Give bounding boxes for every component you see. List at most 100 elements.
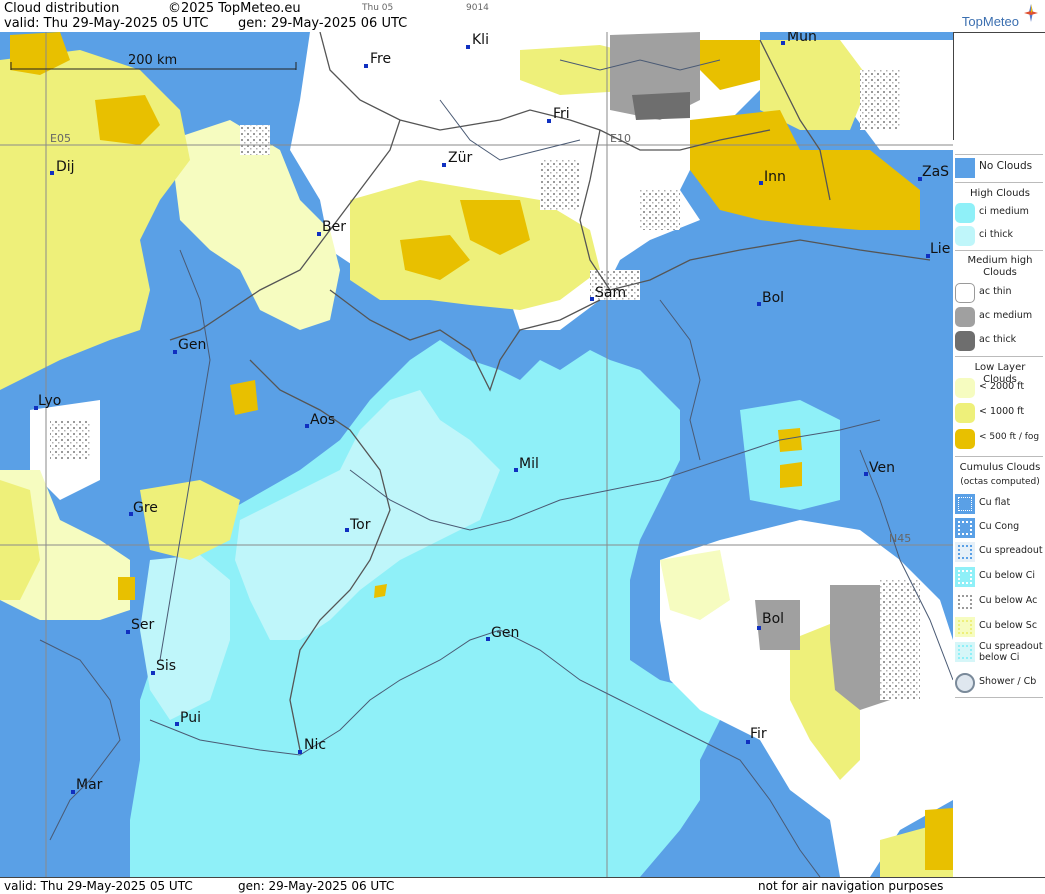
low-2000-swatch: [955, 378, 975, 398]
legend-item-shower: Shower / Cb: [953, 672, 1045, 694]
legend-item-cu-below-ac: Cu below Ac: [953, 591, 1045, 613]
cu-below-ci-swatch: [955, 567, 975, 587]
area-cu-below-ac-7: [860, 70, 900, 130]
city-marker[interactable]: [71, 790, 75, 794]
ci-thick-swatch: [955, 226, 975, 246]
city-label-kli: Kli: [472, 32, 489, 48]
grid-label-n45: N45: [889, 532, 911, 545]
generated-time: gen: 29-May-2025 06 UTC: [238, 16, 408, 31]
city-marker[interactable]: [757, 626, 761, 630]
city-marker[interactable]: [590, 297, 594, 301]
city-marker[interactable]: [781, 41, 785, 45]
footer-valid-time: valid: Thu 29-May-2025 05 UTC: [4, 879, 193, 893]
run-code: 9014: [466, 3, 489, 13]
scale-label: 200 km: [128, 53, 177, 68]
city-label-bol-n: Bol: [762, 290, 784, 306]
legend-subheading-cumulus: (octas computed): [960, 477, 1040, 487]
map-header: Cloud distribution ©2025 TopMeteo.eu Thu…: [0, 0, 1045, 33]
city-label-ber: Ber: [322, 219, 346, 235]
city-marker[interactable]: [486, 637, 490, 641]
city-label-aos: Aos: [310, 412, 335, 428]
grid-label-e10: E10: [610, 132, 631, 145]
city-marker[interactable]: [173, 350, 177, 354]
area-low-500-e2: [780, 462, 802, 488]
legend-label: No Clouds: [979, 160, 1033, 172]
footer-generated-time: gen: 29-May-2025 06 UTC: [238, 879, 395, 893]
city-marker[interactable]: [305, 424, 309, 428]
city-marker[interactable]: [759, 181, 763, 185]
area-low-500-sw: [118, 577, 135, 600]
legend-item-no-clouds: No Clouds: [953, 157, 1045, 179]
city-label-gen-w: Gen: [178, 337, 206, 353]
city-label-zur: Zür: [448, 150, 472, 166]
area-ci-medium-east: [740, 400, 840, 510]
legend-label: ci medium: [979, 206, 1029, 217]
legend-label: < 1000 ft: [979, 406, 1025, 417]
legend-label: ac thick: [979, 334, 1017, 345]
copyright-text: ©2025 TopMeteo.eu: [168, 1, 301, 16]
cloud-map-canvas: 200 km E05 E10 N45 Kli Mün Fre Fri Dij Z…: [0, 32, 953, 877]
city-marker[interactable]: [50, 171, 54, 175]
city-marker[interactable]: [345, 528, 349, 532]
city-label-fir: Fir: [750, 726, 767, 742]
cu-flat-swatch: [955, 494, 975, 514]
city-label-mar: Mar: [76, 777, 103, 793]
cu-below-sc-swatch: [955, 617, 975, 637]
low-1000-swatch: [955, 403, 975, 423]
city-marker[interactable]: [466, 45, 470, 49]
legend-item-cu-below-sc: Cu below Sc: [953, 616, 1045, 638]
city-marker[interactable]: [442, 163, 446, 167]
grid-label-e05: E05: [50, 132, 71, 145]
city-marker[interactable]: [126, 630, 130, 634]
low-500-swatch: [955, 429, 975, 449]
city-label-tor: Tor: [349, 517, 371, 533]
legend-label: < 500 ft / fog: [979, 432, 1040, 442]
city-marker[interactable]: [151, 671, 155, 675]
city-label-ven: Ven: [869, 460, 895, 476]
area-low-500-se: [925, 808, 953, 870]
footer-disclaimer: not for air navigation purposes: [758, 879, 944, 893]
city-label-fre: Fre: [370, 51, 391, 67]
city-label-pui: Pui: [180, 710, 201, 726]
legend-label: < 2000 ft: [979, 381, 1025, 392]
city-label-sis: Sis: [156, 658, 176, 674]
city-label-lyo: Lyo: [38, 393, 61, 409]
city-label-gre: Gre: [133, 500, 158, 516]
area-cu-below-ac-2: [540, 160, 580, 210]
legend-item-cu-flat: Cu flat: [953, 493, 1045, 515]
area-cu-below-ac-4: [240, 125, 270, 155]
cu-spreadout-below-ci-swatch: [955, 642, 975, 662]
city-label-dij: Dij: [56, 159, 75, 175]
city-label-mun: Mün: [787, 32, 817, 45]
legend-item-ci-medium: ci medium: [953, 202, 1045, 224]
legend-item-cu-spreadout: Cu spreadout: [953, 541, 1045, 563]
city-label-nic: Nic: [304, 737, 326, 753]
legend-item-cu-spreadout-below-ci: Cu spreadout below Ci: [953, 641, 1045, 667]
city-label-fri: Fri: [553, 106, 570, 122]
legend-item-cu-cong: Cu Cong: [953, 517, 1045, 539]
city-marker[interactable]: [757, 302, 761, 306]
legend-label: Cu flat: [979, 497, 1011, 508]
legend-label: Cu Cong: [979, 521, 1020, 532]
no-clouds-swatch: [955, 158, 975, 178]
city-marker[interactable]: [864, 472, 868, 476]
legend-item-ac-thin: ac thin: [953, 282, 1045, 304]
city-marker[interactable]: [175, 722, 179, 726]
city-label-bol-s: Bol: [762, 611, 784, 627]
city-label-inn: Inn: [764, 169, 786, 185]
legend-label: Cu spreadout below Ci: [979, 641, 1043, 663]
city-marker[interactable]: [364, 64, 368, 68]
legend-label: Shower / Cb: [979, 676, 1037, 687]
legend-item-ac-medium: ac medium: [953, 306, 1045, 328]
legend-label: Cu below Sc: [979, 620, 1038, 631]
cu-below-ac-swatch: [955, 592, 975, 612]
city-marker[interactable]: [547, 119, 551, 123]
legend-label: Cu below Ci: [979, 570, 1036, 581]
city-marker[interactable]: [298, 750, 302, 754]
legend-item-low-500: < 500 ft / fog: [953, 428, 1045, 450]
city-marker[interactable]: [317, 232, 321, 236]
legend-item-cu-below-ci: Cu below Ci: [953, 566, 1045, 588]
city-marker[interactable]: [514, 468, 518, 472]
legend-item-low-2000: < 2000 ft: [953, 377, 1045, 399]
cloud-map[interactable]: 200 km E05 E10 N45 Kli Mün Fre Fri Dij Z…: [0, 32, 954, 877]
